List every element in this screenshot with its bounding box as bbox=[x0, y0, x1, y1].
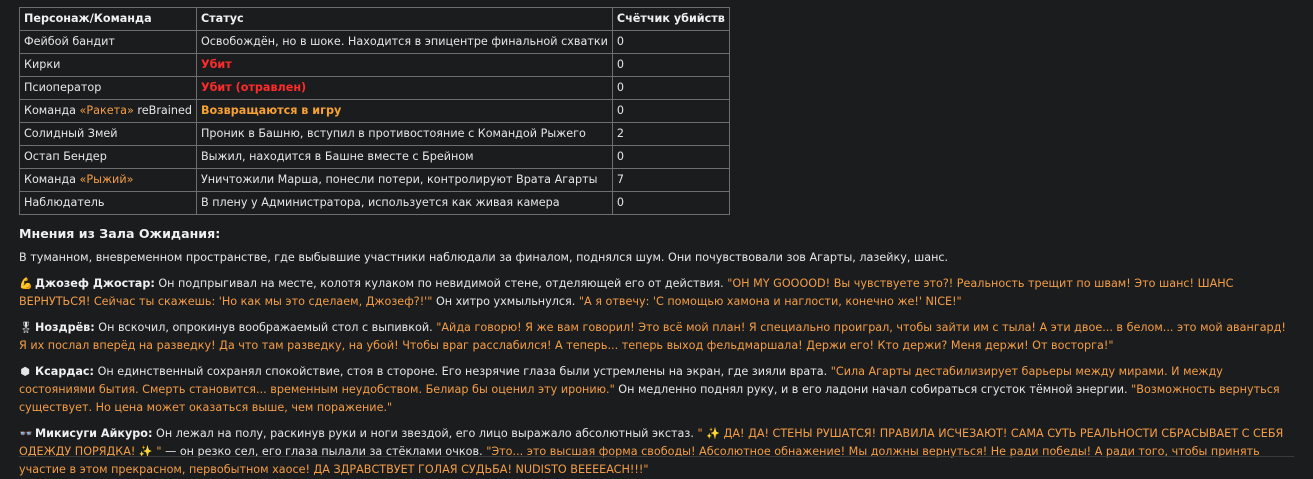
table-row: Остап Бендер Выжил, находится в Башне вм… bbox=[19, 145, 730, 169]
table-row: Команда «Рыжий» Уничтожили Марша, понесл… bbox=[19, 168, 730, 192]
cell-character: Фейбой бандит bbox=[19, 30, 197, 54]
opinion-text: Он подпрыгивал на месте, колотя кулаком … bbox=[154, 277, 728, 290]
cell-kills: 7 bbox=[611, 168, 730, 192]
opinion-text: Он лежал на полу, раскинув руки и ноги з… bbox=[152, 427, 698, 440]
status-table: Персонаж/Команда Статус Счётчик убийств … bbox=[19, 7, 730, 215]
cell-kills: 0 bbox=[611, 99, 730, 123]
opinion-paragraph: ⬢ Ксардас: Он единственный сохранял споко… bbox=[19, 363, 1294, 417]
table-row: Псиоператор Убит (отравлен) 0 bbox=[19, 76, 730, 100]
opinion-text: Он медленно поднял руку, и в его ладони … bbox=[614, 383, 1132, 396]
cell-status: Выжил, находится в Башне вместе с Брейно… bbox=[195, 145, 613, 169]
character-prefix: Команда bbox=[24, 173, 80, 186]
cell-status: Убит bbox=[195, 53, 613, 77]
table-header-row: Персонаж/Команда Статус Счётчик убийств bbox=[19, 7, 730, 31]
cell-kills: 0 bbox=[611, 30, 730, 54]
opinion-text: Он вскочил, опрокинув воображаемый стол … bbox=[94, 321, 437, 334]
cell-character: Кирки bbox=[19, 53, 197, 77]
opinion-quote: "А я отвечу: 'С помощью хамона и наглост… bbox=[578, 295, 962, 308]
table-row: Кирки Убит 0 bbox=[19, 53, 730, 77]
opinion-text: Он хитро ухмыльнулся. bbox=[432, 295, 579, 308]
glasses-icon: 👓 bbox=[19, 427, 33, 440]
opinion-author: Джозеф Джостар: bbox=[35, 277, 155, 290]
cell-status: Проник в Башню, вступил в противостояние… bbox=[195, 122, 613, 146]
cell-kills: 0 bbox=[611, 76, 730, 100]
flexed-biceps-icon: 💪 bbox=[19, 277, 33, 290]
table-row: Наблюдатель В плену у Администратора, ис… bbox=[19, 191, 730, 215]
cell-kills: 0 bbox=[611, 145, 730, 169]
section-intro: В туманном, вневременном пространстве, г… bbox=[19, 251, 949, 264]
cell-status: В плену у Администратора, используется к… bbox=[195, 191, 613, 215]
cell-character: Наблюдатель bbox=[19, 191, 197, 215]
opinion-author: Ксардас: bbox=[35, 365, 95, 378]
cell-kills: 0 bbox=[611, 53, 730, 77]
opinion-text: Он единственный сохранял спокойствие, ст… bbox=[94, 365, 831, 378]
column-header-kills: Счётчик убийств bbox=[611, 7, 730, 31]
cell-character: Солидный Змей bbox=[19, 122, 197, 146]
table-row: Фейбой бандит Освобождён, но в шоке. Нах… bbox=[19, 30, 730, 54]
character-prefix: Команда bbox=[24, 104, 80, 117]
opinion-paragraph: 🎖 Ноздрёв: Он вскочил, опрокинув вообража… bbox=[19, 319, 1294, 355]
character-suffix: reBrained bbox=[133, 104, 192, 117]
cell-character: Команда «Рыжий» bbox=[19, 168, 197, 192]
cell-character: Остап Бендер bbox=[19, 145, 197, 169]
divider bbox=[19, 456, 1294, 457]
section-heading: Мнения из Зала Ожидания: bbox=[19, 226, 221, 241]
military-medal-icon: 🎖 bbox=[19, 321, 33, 334]
opinion-author: Микисуги Айкуро: bbox=[35, 427, 153, 440]
cell-status: Освобождён, но в шоке. Находится в эпице… bbox=[195, 30, 613, 54]
opinion-paragraph: 💪 Джозеф Джостар: Он подпрыгивал на месте… bbox=[19, 275, 1294, 311]
cell-status: Убит (отравлен) bbox=[195, 76, 613, 100]
team-name: «Ракета» bbox=[79, 104, 134, 117]
cell-kills: 2 bbox=[611, 122, 730, 146]
opinion-author: Ноздрёв: bbox=[35, 321, 95, 334]
cell-character: Псиоператор bbox=[19, 76, 197, 100]
cell-status: Возвращаются в игру bbox=[195, 99, 613, 123]
column-header-character: Персонаж/Команда bbox=[19, 7, 197, 31]
opinion-paragraph: 👓 Микисуги Айкуро: Он лежал на полу, раск… bbox=[19, 425, 1294, 479]
cell-status: Уничтожили Марша, понесли потери, контро… bbox=[195, 168, 613, 192]
team-name: «Рыжий» bbox=[79, 173, 134, 186]
cell-kills: 0 bbox=[611, 191, 730, 215]
cell-character: Команда «Ракета» reBrained bbox=[19, 99, 197, 123]
table-row: Солидный Змей Проник в Башню, вступил в … bbox=[19, 122, 730, 146]
table-row: Команда «Ракета» reBrained Возвращаются … bbox=[19, 99, 730, 123]
hexagon-icon: ⬢ bbox=[20, 365, 30, 378]
column-header-status: Статус bbox=[195, 7, 613, 31]
chat-message: Персонаж/Команда Статус Счётчик убийств … bbox=[0, 0, 1313, 479]
